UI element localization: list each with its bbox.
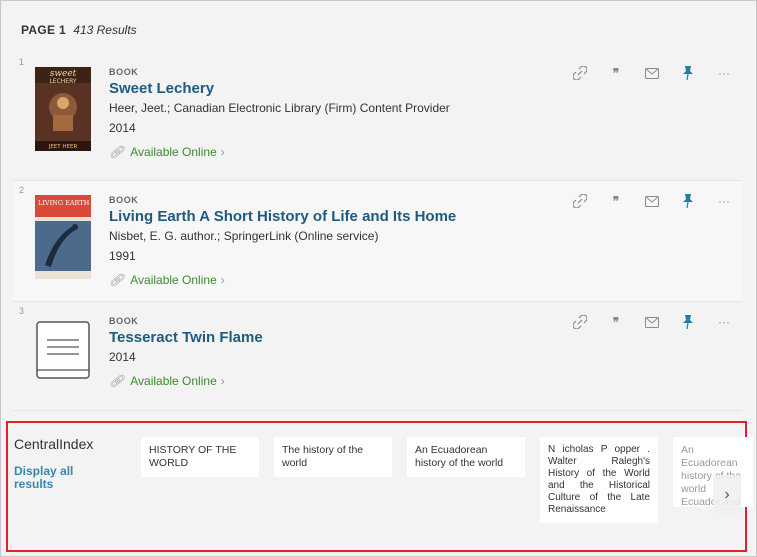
pin-icon[interactable] — [680, 193, 696, 209]
results-count: 413 Results — [73, 23, 137, 37]
central-index-item[interactable]: HISTORY OF THE WORLD — [141, 437, 259, 477]
central-index-title: CentralIndex — [14, 436, 94, 452]
result-index: 1 — [19, 57, 25, 67]
result-type: BOOK — [109, 316, 139, 326]
more-icon[interactable]: ··· — [716, 314, 732, 330]
result-authors: Heer, Jeet.; Canadian Electronic Library… — [109, 101, 450, 115]
cover-text-bottom: JEET HEER — [48, 144, 78, 150]
result-actions: ❞ ··· — [572, 314, 732, 330]
availability-label: Available Online — [130, 145, 217, 159]
envelope-icon[interactable] — [644, 193, 660, 209]
central-index-item[interactable]: The history of the world — [274, 437, 392, 477]
availability-link[interactable]: 🔗︎ Available Online › — [109, 145, 450, 159]
chevron-right-icon[interactable]: › — [713, 475, 741, 515]
result-year: 1991 — [109, 249, 136, 263]
availability-link[interactable]: 🔗︎ Available Online › — [109, 374, 263, 388]
chevron-right-icon: › — [220, 145, 225, 159]
result-title[interactable]: Sweet Lechery — [109, 80, 450, 97]
envelope-icon[interactable] — [644, 314, 660, 330]
availability-link[interactable]: 🔗︎ Available Online › — [109, 273, 456, 287]
page-header: PAGE 1 413 Results — [21, 23, 137, 37]
result-card[interactable]: 3 BOOK Tesseract Twin Flame 2014 🔗︎ Avail… — [13, 302, 742, 411]
result-type: BOOK — [109, 195, 139, 205]
availability-label: Available Online — [130, 273, 217, 287]
link-icon[interactable] — [572, 193, 588, 209]
page-label: PAGE 1 — [21, 23, 66, 37]
result-authors: Nisbet, E. G. author.; SpringerLink (Onl… — [109, 229, 379, 243]
result-content: BOOK Living Earth A Short History of Lif… — [109, 195, 456, 287]
cover-text-mid: LECHERY — [49, 78, 76, 85]
result-card[interactable]: 1 sweet LECHERY JEET HEER BOOK Sweet Lec… — [13, 53, 742, 181]
pin-icon[interactable] — [680, 314, 696, 330]
results-frame: PAGE 1 413 Results 1 sweet LECHERY JEET … — [0, 0, 757, 557]
quote-icon[interactable]: ❞ — [608, 314, 624, 330]
link-icon: 🔗︎ — [109, 374, 125, 388]
result-actions: ❞ ··· — [572, 65, 732, 81]
result-year: 2014 — [109, 350, 136, 364]
result-actions: ❞ ··· — [572, 193, 732, 209]
pin-icon[interactable] — [680, 65, 696, 81]
link-icon[interactable] — [572, 65, 588, 81]
link-icon: 🔗︎ — [109, 273, 125, 287]
link-icon[interactable] — [572, 314, 588, 330]
central-index-item[interactable]: N icholas P opper . Walter Ralegh's Hist… — [540, 437, 658, 523]
result-index: 3 — [19, 306, 25, 316]
result-index: 2 — [19, 185, 25, 195]
result-type: BOOK — [109, 67, 139, 77]
central-index-item[interactable]: An Ecuadorean history of the world — [407, 437, 525, 477]
chevron-right-icon: › — [220, 273, 225, 287]
result-title[interactable]: Living Earth A Short History of Life and… — [109, 208, 456, 225]
result-title[interactable]: Tesseract Twin Flame — [109, 329, 263, 346]
quote-icon[interactable]: ❞ — [608, 65, 624, 81]
book-placeholder-icon[interactable] — [35, 320, 91, 380]
availability-label: Available Online — [130, 374, 217, 388]
more-icon[interactable]: ··· — [716, 65, 732, 81]
book-cover[interactable]: LIVING EARTH — [35, 195, 91, 279]
result-card[interactable]: 2 LIVING EARTH BOOK Living Earth A Short… — [13, 181, 742, 302]
book-cover[interactable]: sweet LECHERY JEET HEER — [35, 67, 91, 151]
link-icon: 🔗︎ — [109, 145, 125, 159]
cover-text-top: LIVING EARTH — [38, 199, 90, 207]
envelope-icon[interactable] — [644, 65, 660, 81]
more-icon[interactable]: ··· — [716, 193, 732, 209]
chevron-right-icon: › — [220, 374, 225, 388]
result-content: BOOK Sweet Lechery Heer, Jeet.; Canadian… — [109, 67, 450, 159]
central-index-panel: CentralIndex Display all results HISTORY… — [6, 421, 753, 552]
result-year: 2014 — [109, 121, 136, 135]
quote-icon[interactable]: ❞ — [608, 193, 624, 209]
result-content: BOOK Tesseract Twin Flame 2014 🔗︎ Availab… — [109, 316, 263, 388]
display-all-results-link[interactable]: Display all results — [14, 465, 94, 491]
